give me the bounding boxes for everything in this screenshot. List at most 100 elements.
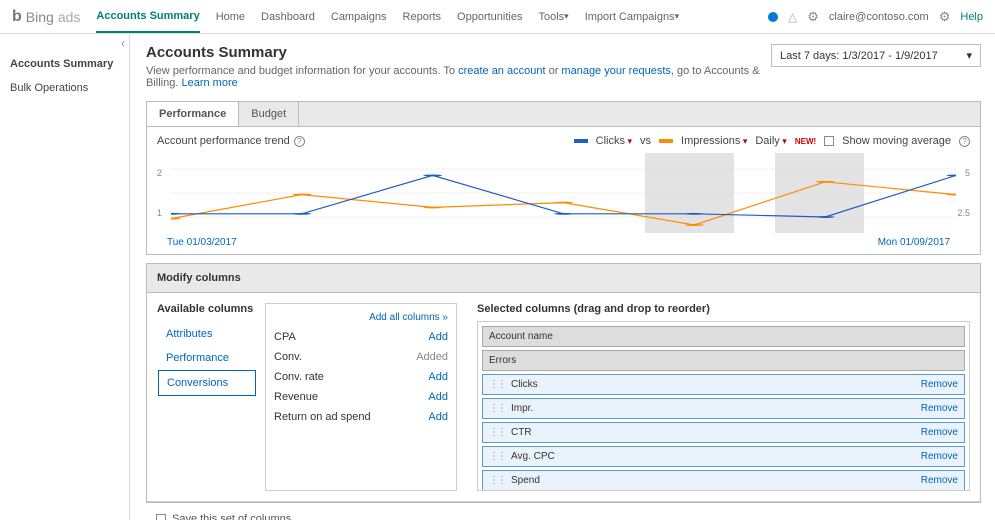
selected-list[interactable]: Account name Errors ⋮⋮ Clicks Remove ⋮⋮ Impr. R… [477, 321, 970, 491]
selected-row[interactable]: ⋮⋮ Spend Remove [482, 470, 965, 491]
brand-logo: b Bing ads [12, 8, 80, 26]
add-link[interactable]: Add [428, 331, 448, 343]
add-link[interactable]: Add [428, 411, 448, 423]
available-grid: Add all columns » CPAAddConv.AddedConv. … [265, 303, 457, 491]
footer-actions: Save this set of columns Apply Cancel [146, 503, 981, 520]
topnav-item-tools[interactable]: Tools [538, 0, 568, 33]
available-col-label: Revenue [274, 391, 318, 403]
selected-row[interactable]: ⋮⋮CTRRemove [482, 422, 965, 443]
remove-link[interactable]: Remove [921, 379, 958, 390]
top-nav: Accounts Summary Home Dashboard Campaigns Re… [96, 0, 679, 33]
selected-col-label: Impr. [511, 403, 915, 414]
category-performance[interactable]: Performance [158, 346, 256, 370]
body: ‹ Accounts SummaryBulk Operations Accoun… [0, 34, 995, 520]
collapse-sidebar-icon[interactable]: ‹ [121, 36, 125, 50]
legend-series-a[interactable]: Clicks [596, 135, 632, 147]
topnav-item-reports[interactable]: Reports [403, 0, 442, 33]
date-range-picker[interactable]: Last 7 days: 1/3/2017 - 1/9/2017 ▾ [771, 44, 981, 67]
drag-handle-icon[interactable]: ⋮⋮ [489, 379, 505, 390]
add-link[interactable]: Add [428, 371, 448, 383]
available-columns-section: Available columns AttributesPerformanceC… [157, 303, 457, 491]
selected-row[interactable]: ⋮⋮Avg. CPCRemove [482, 446, 965, 467]
chevron-down-icon: ▾ [966, 49, 972, 62]
user-email[interactable]: claire@contoso.com [829, 11, 929, 23]
remove-link[interactable]: Remove [921, 427, 958, 438]
tab-performance[interactable]: Performance [147, 102, 239, 126]
save-set-checkbox[interactable] [156, 514, 166, 520]
selected-columns-section: Selected columns (drag and drop to reord… [477, 303, 970, 491]
main-content: Accounts Summary View performance and bu… [130, 34, 995, 520]
notification-icon[interactable] [768, 12, 778, 22]
available-col-label: CPA [274, 331, 296, 343]
modify-columns-header: Modify columns [147, 264, 980, 293]
category-list: AttributesPerformanceConversions [157, 321, 257, 397]
sidebar-item-accounts-summary[interactable]: Accounts Summary [0, 52, 129, 76]
remove-link[interactable]: Remove [921, 475, 958, 486]
category-conversions[interactable]: Conversions [158, 370, 256, 396]
chart-svg [171, 153, 956, 233]
topnav-item-opportunities[interactable]: Opportunities [457, 0, 522, 33]
brand-b-icon: b [12, 8, 22, 26]
add-all-link[interactable]: Add all columns » [266, 308, 456, 327]
selected-row[interactable]: ⋮⋮ Impr. Remove [482, 398, 965, 419]
category-attributes[interactable]: Attributes [158, 322, 256, 346]
chart-title: Account performance trend [157, 135, 290, 147]
chart-body: 2 1 5 2.5 [157, 153, 970, 233]
selected-col-label: Account name [489, 331, 958, 342]
selected-col-label: Clicks [511, 379, 915, 390]
x-start: Tue 01/03/2017 [167, 237, 237, 248]
remove-link[interactable]: Remove [921, 403, 958, 414]
learn-more-link[interactable]: Learn more [181, 77, 237, 89]
help-icon[interactable]: ? [959, 136, 970, 147]
tab-row: PerformanceBudget [146, 101, 981, 127]
drag-handle-icon[interactable]: ⋮⋮ [489, 475, 505, 486]
chart-y-left: 2 1 [157, 153, 162, 233]
remove-link[interactable]: Remove [921, 451, 958, 462]
available-row: Revenue Add [266, 387, 456, 407]
gear-icon[interactable]: ⚙ [807, 9, 819, 25]
x-end: Mon 01/09/2017 [878, 237, 950, 248]
selected-col-label: Spend [511, 475, 915, 486]
legend-vs: vs [640, 135, 651, 147]
help-link[interactable]: Help [960, 11, 983, 23]
moving-avg-label: Show moving average [842, 135, 951, 147]
added-label: Added [416, 351, 448, 363]
available-row: Return on ad spend Add [266, 407, 456, 427]
available-col-label: Conv. rate [274, 371, 324, 383]
alert-icon[interactable]: △ [788, 10, 797, 24]
date-range-label: Last 7 days: 1/3/2017 - 1/9/2017 [780, 50, 938, 62]
selected-label: Selected columns (drag and drop to reord… [477, 303, 970, 315]
tab-budget[interactable]: Budget [239, 102, 299, 126]
legend-swatch-blue [574, 139, 588, 143]
legend-granularity[interactable]: Daily [755, 135, 786, 147]
drag-handle-icon[interactable]: ⋮⋮ [489, 451, 505, 462]
drag-handle-icon[interactable]: ⋮⋮ [489, 403, 505, 414]
topnav-item-home[interactable]: Home [216, 0, 245, 33]
topnav-item-campaigns[interactable]: Campaigns [331, 0, 387, 33]
save-set-row: Save this set of columns [156, 513, 971, 520]
topnav-item-import-campaigns[interactable]: Import Campaigns [585, 0, 679, 33]
topnav-item-dashboard[interactable]: Dashboard [261, 0, 315, 33]
moving-avg-checkbox[interactable] [824, 136, 834, 146]
selected-row[interactable]: ⋮⋮ Clicks Remove [482, 374, 965, 395]
chart-header: Account performance trend ? Clicks vs Im… [157, 135, 970, 147]
selected-col-label: Errors [489, 355, 958, 366]
save-set-label: Save this set of columns [172, 513, 291, 520]
topnav-item-accounts-summary[interactable]: Accounts Summary [96, 0, 199, 33]
legend-series-b[interactable]: Impressions [681, 135, 747, 147]
available-label: Available columns [157, 303, 257, 315]
page-title: Accounts Summary [146, 44, 771, 61]
top-bar: b Bing ads Accounts Summary Home Dashboard… [0, 0, 995, 34]
page-description: View performance and budget information … [146, 65, 771, 89]
create-account-link[interactable]: create an account [458, 65, 545, 77]
add-link[interactable]: Add [428, 391, 448, 403]
drag-handle-icon[interactable]: ⋮⋮ [489, 427, 505, 438]
user-settings-icon[interactable]: ⚙ [939, 9, 951, 25]
help-icon[interactable]: ? [294, 136, 305, 147]
selected-row: Account name [482, 326, 965, 347]
available-col-label: Return on ad spend [274, 411, 371, 423]
chart-legend: Clicks vs Impressions Daily NEW! Show mo… [574, 135, 970, 147]
sidebar-item-bulk-operations[interactable]: Bulk Operations [0, 76, 129, 100]
brand-bing: Bing [26, 9, 54, 25]
manage-requests-link[interactable]: manage your requests [561, 65, 670, 77]
